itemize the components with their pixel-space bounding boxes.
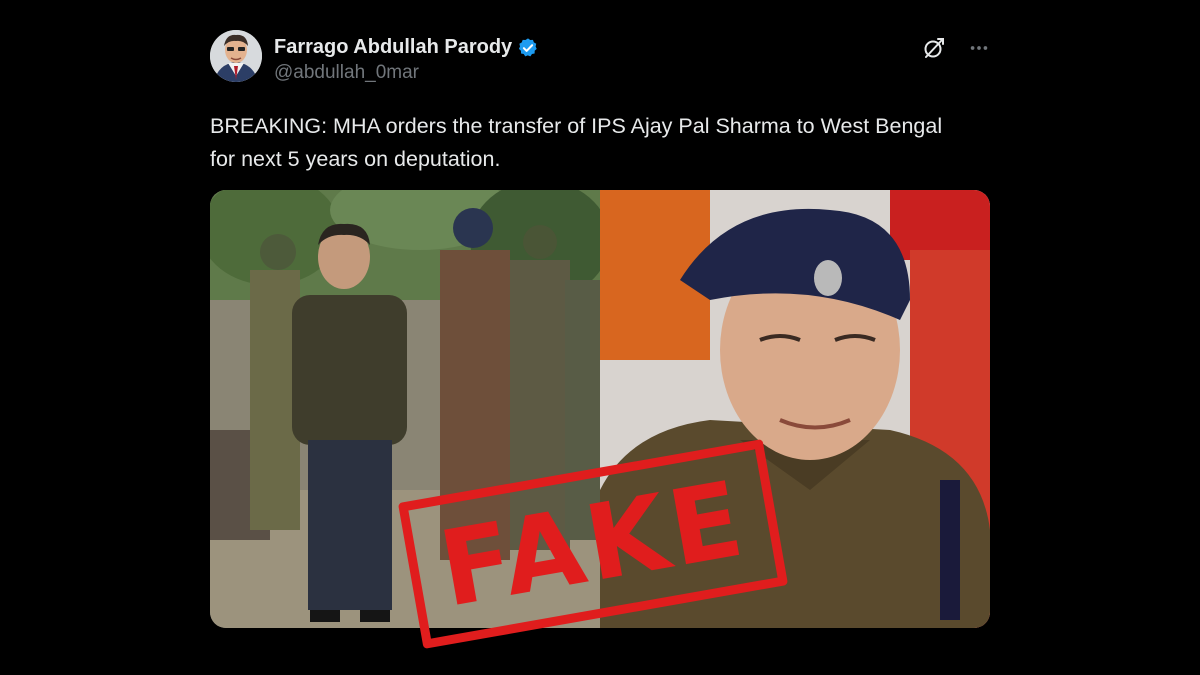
tweet-actions bbox=[922, 30, 990, 60]
tweet-text: BREAKING: MHA orders the transfer of IPS… bbox=[210, 114, 943, 171]
verified-badge-icon bbox=[519, 37, 537, 56]
tweet-card: Farrago Abdullah Parody @abdullah_0mar B… bbox=[210, 30, 990, 628]
tweet-header: Farrago Abdullah Parody @abdullah_0mar bbox=[210, 30, 990, 88]
display-name-row: Farrago Abdullah Parody bbox=[274, 36, 539, 59]
fake-stamp-text: FAKE bbox=[431, 457, 755, 631]
author-names: Farrago Abdullah Parody @abdullah_0mar bbox=[274, 30, 539, 84]
avatar[interactable] bbox=[210, 30, 262, 82]
display-name[interactable]: Farrago Abdullah Parody bbox=[274, 36, 512, 59]
more-options-icon[interactable] bbox=[968, 37, 990, 59]
grok-icon[interactable] bbox=[922, 36, 946, 60]
handle[interactable]: @abdullah_0mar bbox=[274, 62, 539, 84]
